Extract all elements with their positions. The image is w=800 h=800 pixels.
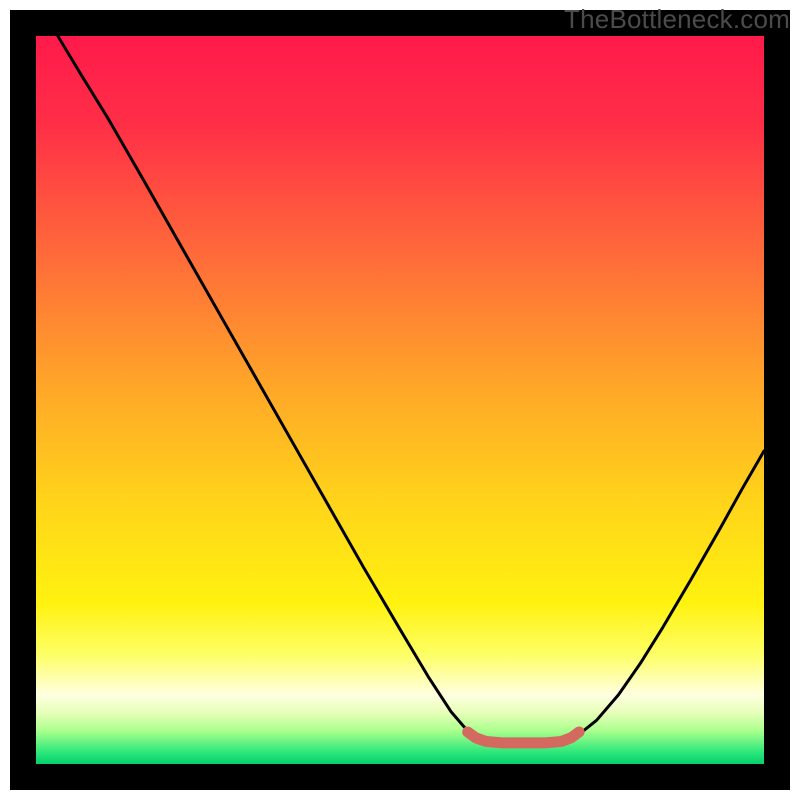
bottleneck-chart	[0, 0, 800, 800]
plot-background	[36, 36, 764, 764]
chart-container: TheBottleneck.com	[0, 0, 800, 800]
watermark-text: TheBottleneck.com	[564, 4, 790, 35]
